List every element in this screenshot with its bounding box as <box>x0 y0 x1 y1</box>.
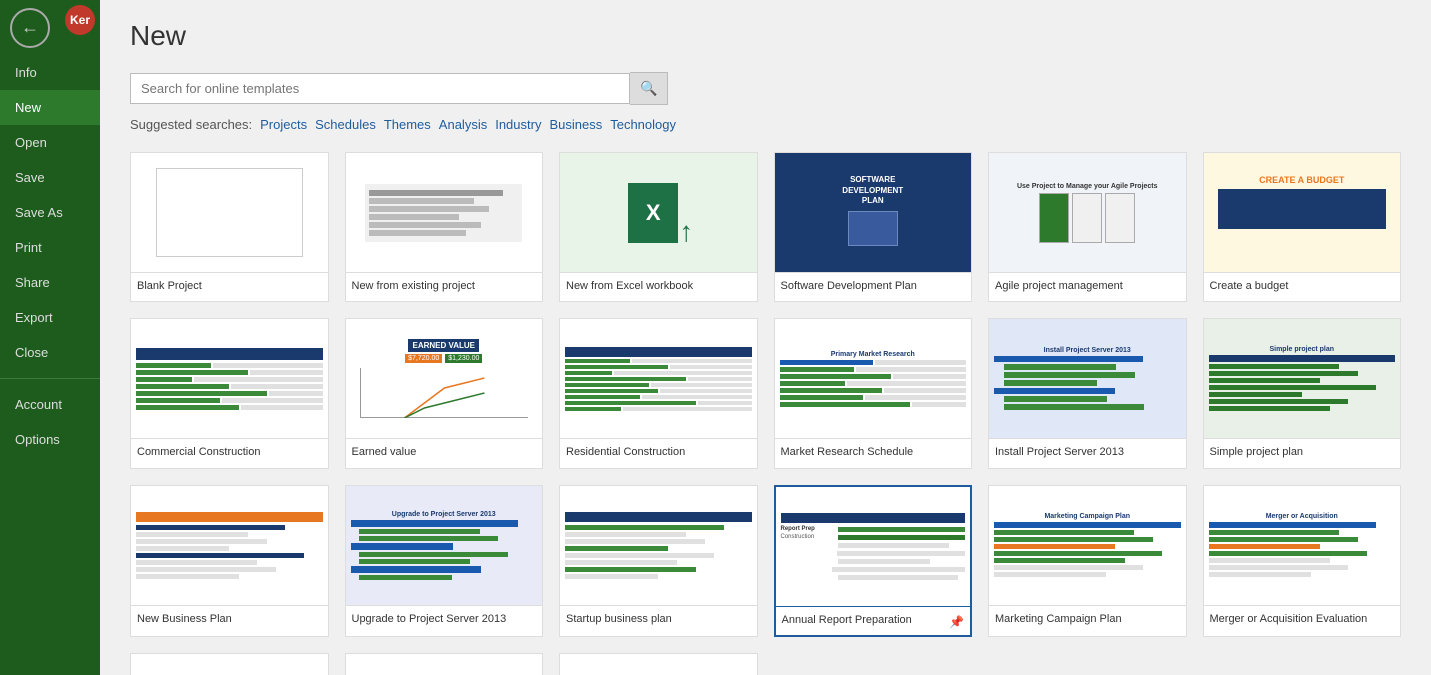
sidebar-item-share[interactable]: Share <box>0 265 100 300</box>
search-button[interactable]: 🔍 <box>630 72 668 105</box>
template-annual[interactable]: Report Prep Construction <box>774 485 973 637</box>
main-content: New 🔍 Suggested searches: Projects Sched… <box>100 0 1431 675</box>
template-label-startup: Startup business plan <box>560 606 757 634</box>
template-label-simple: Simple project plan <box>1204 439 1401 467</box>
search-input[interactable] <box>130 73 630 104</box>
template-agile[interactable]: Use Project to Manage your Agile Project… <box>988 152 1187 302</box>
template-label-commercial: Commercial Construction <box>131 439 328 467</box>
page-title: New <box>130 20 1401 52</box>
template-label-market: Market Research Schedule <box>775 439 972 467</box>
suggested-link-industry[interactable]: Industry <box>495 117 541 132</box>
sidebar-item-print[interactable]: Print <box>0 230 100 265</box>
template-label-residential: Residential Construction <box>560 439 757 467</box>
template-label-merger: Merger or Acquisition Evaluation <box>1204 606 1401 634</box>
template-customer[interactable]: Customer Service <box>559 653 758 675</box>
sidebar-item-open[interactable]: Open <box>0 125 100 160</box>
sidebar-item-saveas[interactable]: Save As <box>0 195 100 230</box>
template-label-upgrade: Upgrade to Project Server 2013 <box>346 606 543 634</box>
suggested-link-themes[interactable]: Themes <box>384 117 431 132</box>
sidebar-item-account[interactable]: Account <box>0 387 100 422</box>
sidebar-item-info[interactable]: Info <box>0 55 100 90</box>
avatar: Ker <box>65 5 95 35</box>
template-simple[interactable]: Simple project plan Simple project plan <box>1203 318 1402 468</box>
template-label-blank: Blank Project <box>131 273 328 301</box>
template-install[interactable]: Install Project Server 2013 Install Proj… <box>988 318 1187 468</box>
template-startup[interactable]: Startup business plan <box>559 485 758 637</box>
template-earned[interactable]: EARNED VALUE $7,720.00 $1,230.00 Earned … <box>345 318 544 468</box>
template-marketing[interactable]: Marketing Campaign Plan Marketing Campai… <box>988 485 1187 637</box>
suggested-link-analysis[interactable]: Analysis <box>439 117 487 132</box>
search-area: 🔍 <box>130 72 1401 105</box>
sidebar-item-save[interactable]: Save <box>0 160 100 195</box>
sidebar-divider <box>0 378 100 379</box>
sidebar-item-close[interactable]: Close <box>0 335 100 370</box>
template-label-newbiz: New Business Plan <box>131 606 328 634</box>
suggested-link-business[interactable]: Business <box>549 117 602 132</box>
suggested-searches: Suggested searches: Projects Schedules T… <box>130 117 1401 132</box>
pin-icon[interactable]: 📌 <box>949 615 964 629</box>
sidebar-item-options[interactable]: Options <box>0 422 100 457</box>
template-label-marketing: Marketing Campaign Plan <box>989 606 1186 634</box>
sidebar-item-export[interactable]: Export <box>0 300 100 335</box>
template-newbiz[interactable]: New Business Plan <box>130 485 329 637</box>
suggested-link-projects[interactable]: Projects <box>260 117 307 132</box>
template-label-software: Software Development Plan <box>775 273 972 301</box>
template-upgrade[interactable]: Upgrade to Project Server 2013 Upgrade t… <box>345 485 544 637</box>
template-sixsigma[interactable]: SIX SIGMADMAIC CYCLE D M A I C Alpha Pha… <box>130 653 329 675</box>
template-budget[interactable]: CREATE A BUDGET Create a budget <box>1203 152 1402 302</box>
template-excel[interactable]: X ↑ New from Excel workbook <box>559 152 758 302</box>
template-residential[interactable]: Residential Construction <box>559 318 758 468</box>
template-software[interactable]: SOFTWAREDEVELOPMENTPLAN Software Develop… <box>774 152 973 302</box>
template-existing[interactable]: New from existing project <box>345 152 544 302</box>
template-commercial[interactable]: Commercial Construction <box>130 318 329 468</box>
template-label-existing: New from existing project <box>346 273 543 301</box>
template-label-agile: Agile project management <box>989 273 1186 301</box>
template-sox[interactable]: SOX COMPLIANCE &TECHNOLOGY OPTIONS 0% SO… <box>345 653 544 675</box>
suggested-link-technology[interactable]: Technology <box>610 117 676 132</box>
template-label-excel: New from Excel workbook <box>560 273 757 301</box>
template-blank[interactable]: Blank Project <box>130 152 329 302</box>
template-label-budget: Create a budget <box>1204 273 1401 301</box>
template-market[interactable]: Primary Market Research Market Research … <box>774 318 973 468</box>
suggested-link-schedules[interactable]: Schedules <box>315 117 376 132</box>
suggested-label: Suggested searches: <box>130 117 252 132</box>
back-button[interactable]: ← <box>10 8 50 48</box>
template-label-earned: Earned value <box>346 439 543 467</box>
sidebar-item-new[interactable]: New <box>0 90 100 125</box>
template-merger[interactable]: Merger or Acquisition Merger or Acquisit… <box>1203 485 1402 637</box>
template-label-annual: Annual Report Preparation <box>776 607 971 635</box>
template-label-install: Install Project Server 2013 <box>989 439 1186 467</box>
template-grid: Blank Project New from existing project <box>130 152 1401 675</box>
sidebar: ← Ker Info New Open Save Save As Print S… <box>0 0 100 675</box>
